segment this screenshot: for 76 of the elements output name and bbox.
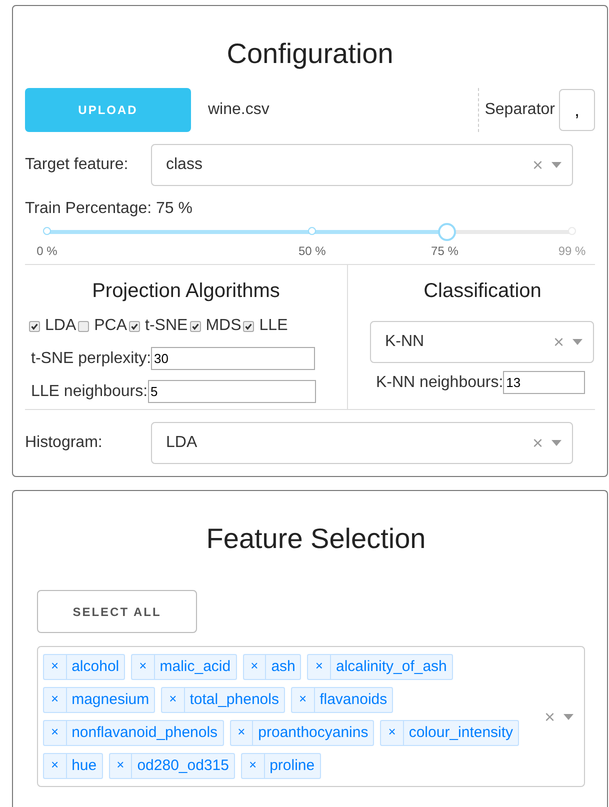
section-title: Classification: [422, 279, 542, 303]
selected-value: class: [166, 156, 202, 174]
checkbox-label: LDA: [45, 317, 76, 335]
checkbox-label: MDS: [206, 317, 242, 335]
multi-select-field[interactable]: × alcohol × malic_acid × ash × alcalinity_of_ash × magnesium × total_phenols × flavanoids × nonflavanoid_phenols × proanthocyanins × colour_intensity × hue × od280_od315 × proline ×: [37, 646, 585, 787]
text-field[interactable]: 5: [148, 380, 316, 403]
tag-label: malic_acid: [158, 657, 232, 677]
tag-label: alcohol: [70, 657, 120, 677]
tag-chip[interactable]: × alcalinity_of_ash: [307, 654, 453, 680]
checkbox[interactable]: [78, 320, 90, 332]
selected-value: K-NN: [385, 333, 424, 351]
field-label: K-NN neighbours:: [376, 374, 504, 392]
tag-chip[interactable]: × total_phenols: [161, 687, 285, 713]
tag-label: total_phenols: [188, 690, 280, 710]
caret-icon[interactable]: [563, 714, 574, 720]
caret-icon[interactable]: [572, 339, 583, 345]
tag-chip[interactable]: × od280_od315: [108, 753, 235, 779]
slider-mark: 99 %: [558, 244, 586, 258]
clear-icon[interactable]: ×: [532, 434, 543, 452]
section-title: Projection Algorithms: [91, 279, 281, 304]
tag-chip[interactable]: × nonflavanoid_phenols: [43, 720, 224, 746]
tag-chip[interactable]: × proline: [240, 753, 321, 779]
checkbox[interactable]: [129, 320, 140, 332]
selected-value: LDA: [166, 434, 198, 452]
field-label: LLE neighbours:: [31, 382, 148, 400]
tag-chip[interactable]: × colour_intensity: [380, 720, 520, 746]
tag-label: flavanoids: [318, 690, 388, 710]
checkbox-label: LLE: [259, 317, 288, 335]
tag-label: nonflavanoid_phenols: [70, 723, 219, 743]
slider-label: Train Percentage: 75 %: [25, 200, 194, 218]
tag-chip[interactable]: × alcohol: [43, 654, 126, 680]
caret-icon[interactable]: [551, 162, 562, 168]
text-field[interactable]: 13: [503, 371, 586, 394]
section-title: Feature Selection: [205, 522, 427, 556]
tag-label: proanthocyanins: [257, 723, 370, 743]
field-label: Histogram:: [25, 434, 104, 452]
clear-icon[interactable]: ×: [544, 708, 555, 726]
text-field[interactable]: 30: [151, 347, 316, 370]
checkbox[interactable]: [29, 320, 40, 332]
caret-icon[interactable]: [551, 440, 562, 446]
section-title: Configuration: [226, 37, 394, 71]
slider-dot: [308, 227, 316, 235]
select-all-button[interactable]: SELECT ALL: [37, 590, 197, 633]
tag-label: ash: [270, 657, 296, 677]
tag-chip[interactable]: × malic_acid: [131, 654, 237, 680]
tag-label: alcalinity_of_ash: [334, 657, 448, 677]
tag-chip[interactable]: × flavanoids: [290, 687, 394, 713]
tag-chip[interactable]: × proanthocyanins: [230, 720, 374, 746]
checkbox[interactable]: [243, 320, 254, 332]
slider-thumb[interactable]: [438, 223, 456, 241]
checkbox-label: t-SNE: [145, 317, 188, 335]
select-field[interactable]: class ×: [151, 144, 573, 186]
tag-label: magnesium: [70, 690, 150, 710]
tag-label: od280_od315: [136, 756, 230, 776]
slider-dot: [43, 227, 51, 235]
field-label: Target feature:: [25, 156, 130, 174]
separator-label: Separator: [484, 101, 555, 119]
tag-label: proline: [268, 756, 316, 776]
select-field[interactable]: K-NN ×: [370, 321, 594, 363]
tag-label: colour_intensity: [408, 723, 514, 743]
tag-chip[interactable]: × magnesium: [43, 687, 156, 713]
separator-field[interactable]: ,: [559, 89, 595, 131]
file-name: wine.csv: [208, 101, 270, 119]
tag-chip[interactable]: × hue: [43, 753, 103, 779]
slider-mark: 50 %: [298, 244, 326, 258]
checkbox[interactable]: [190, 320, 201, 332]
slider-mark: 75 %: [431, 244, 458, 258]
tag-chip[interactable]: × ash: [242, 654, 302, 680]
upload-button[interactable]: UPLOAD: [25, 88, 191, 132]
clear-icon[interactable]: ×: [553, 333, 564, 351]
tag-label: hue: [70, 756, 98, 776]
clear-icon[interactable]: ×: [532, 156, 543, 174]
slider-mark: 0 %: [36, 244, 58, 258]
select-field[interactable]: LDA ×: [151, 422, 573, 464]
checkbox-label: PCA: [94, 317, 128, 335]
field-label: t-SNE perplexity:: [31, 350, 152, 368]
